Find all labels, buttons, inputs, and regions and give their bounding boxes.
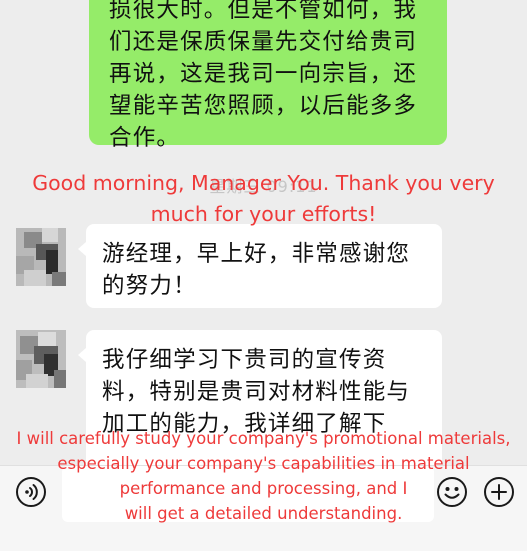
contact-avatar[interactable] (16, 330, 66, 388)
caption-line: will get a detailed understanding. (124, 504, 403, 523)
message-line: 我仔细学习下贵司的宣传资 (102, 347, 387, 373)
message-line: 再说，这是我司一向宗旨，还 (109, 61, 418, 87)
contact-avatar[interactable] (16, 228, 66, 286)
translation-caption: Good morning, Manager You. Thank you ver… (0, 168, 527, 230)
caption-line: especially your company's capabilities i… (57, 454, 470, 473)
caption-line: much for your efforts! (150, 202, 377, 226)
message-line: 望能辛苦您照顾，以后能多多 (109, 93, 418, 119)
message-line: 们还是保质保量先交付给贵司 (109, 29, 418, 55)
caption-line: Good morning, Manager You. Thank you ver… (32, 171, 495, 195)
chat-area[interactable]: 损很大时。但是不管如何，我 们还是保质保量先交付给贵司 再说，这是我司一向宗旨，… (0, 0, 527, 465)
message-line: 合作。 (109, 125, 181, 151)
translation-caption: I will carefully study your company's pr… (0, 426, 527, 526)
caption-line: performance and processing, and I (119, 479, 408, 498)
message-line: 料，特别是贵司对材料性能与 (102, 379, 411, 405)
message-line: 游经理，早上好，非常感谢您 (102, 241, 411, 267)
caption-line: I will carefully study your company's pr… (16, 429, 511, 448)
sent-message-bubble[interactable]: 损很大时。但是不管如何，我 们还是保质保量先交付给贵司 再说，这是我司一向宗旨，… (89, 0, 447, 151)
message-line: 的努力！ (102, 273, 197, 299)
message-line: 损很大时。但是不管如何，我 (109, 0, 418, 23)
received-message-bubble[interactable]: 游经理，早上好，非常感谢您 的努力！ (78, 224, 442, 308)
